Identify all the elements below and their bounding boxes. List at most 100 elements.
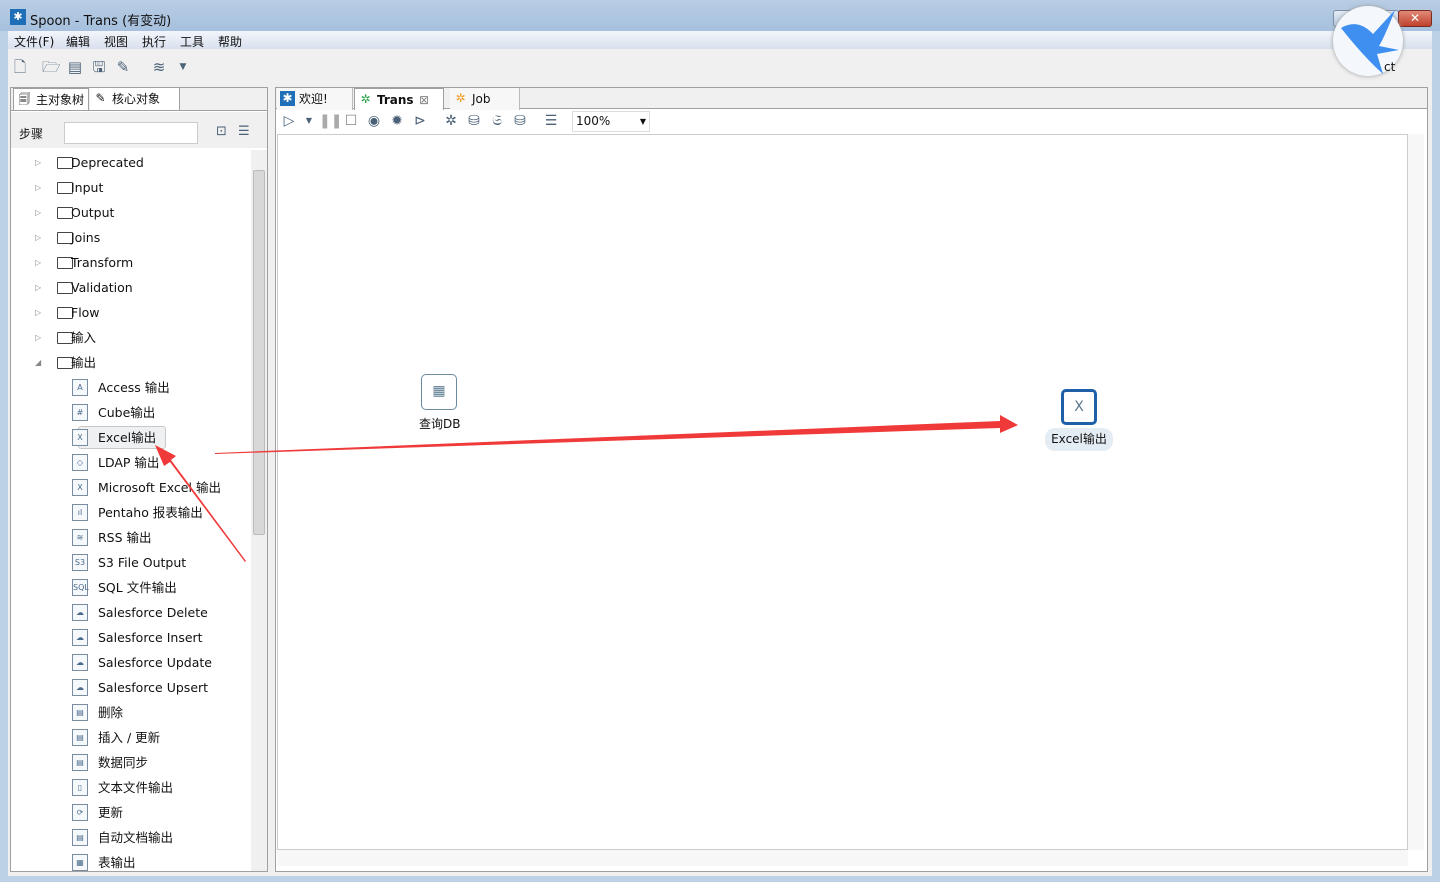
steps-search-input[interactable] bbox=[64, 122, 198, 144]
tree-step-item[interactable]: ▯ 文本文件输出 bbox=[11, 775, 251, 800]
tree-step-item[interactable]: SQL SQL 文件输出 bbox=[11, 575, 251, 600]
tree-step-item[interactable]: ▤ 删除 bbox=[11, 700, 251, 725]
perspective-dropdown-icon[interactable]: ▼ bbox=[174, 58, 192, 76]
tab-job[interactable]: ✲ Job bbox=[450, 88, 520, 110]
folder-label: Deprecated bbox=[71, 155, 144, 170]
tree-step-item[interactable]: ▤ 插入 / 更新 bbox=[11, 725, 251, 750]
menu-edit[interactable]: 编辑 bbox=[66, 33, 90, 50]
tree-folder-expanded[interactable]: ◢ 输出 bbox=[11, 350, 251, 375]
stop-icon[interactable]: ☐ bbox=[342, 112, 360, 130]
expand-triangle-icon[interactable]: ▷ bbox=[35, 175, 41, 200]
tree-folder[interactable]: ▷ Flow bbox=[11, 300, 251, 325]
tree-folder[interactable]: ▷ Validation bbox=[11, 275, 251, 300]
step-node-label-selected: Excel输出 bbox=[1045, 428, 1113, 451]
tree-step-item[interactable]: ☁ Salesforce Delete bbox=[11, 600, 251, 625]
tab-welcome[interactable]: ✱ 欢迎! bbox=[277, 88, 353, 110]
zoom-select[interactable]: 100% ▼ bbox=[572, 111, 650, 132]
expand-triangle-icon[interactable]: ▷ bbox=[35, 225, 41, 250]
steps-label: 步骤 bbox=[19, 127, 44, 141]
expand-triangle-icon[interactable]: ▷ bbox=[35, 325, 41, 350]
tree-folder[interactable]: ▷ 输入 bbox=[11, 325, 251, 350]
tab-core-objects[interactable]: ✎ 核心对象 bbox=[90, 88, 180, 110]
expand-triangle-icon[interactable]: ▷ bbox=[35, 275, 41, 300]
show-results-icon[interactable]: ☰ bbox=[542, 112, 560, 130]
preview-eye-icon[interactable]: ◉ bbox=[365, 112, 383, 130]
debug-icon[interactable]: ✹ bbox=[388, 112, 406, 130]
step-node-label: 查询DB bbox=[419, 417, 461, 431]
step-label: Salesforce Insert bbox=[98, 630, 203, 645]
tab-label: 核心对象 bbox=[112, 92, 161, 106]
perspective-layers-icon[interactable]: ≋ bbox=[150, 58, 168, 76]
expand-triangle-icon[interactable]: ▷ bbox=[35, 300, 41, 325]
step-node-excel-output[interactable]: X bbox=[1061, 389, 1097, 425]
new-file-icon[interactable]: 🗋 bbox=[11, 58, 29, 76]
tree-folder[interactable]: ▷ Output bbox=[11, 200, 251, 225]
menu-view[interactable]: 视图 bbox=[104, 33, 128, 50]
table-input-icon: ▦ bbox=[432, 383, 446, 399]
folder-label: Validation bbox=[71, 280, 133, 295]
tree-folder[interactable]: ▷ Input bbox=[11, 175, 251, 200]
canvas-horizontal-scrollbar[interactable] bbox=[277, 850, 1408, 866]
tree-step-item[interactable]: ▤ 数据同步 bbox=[11, 750, 251, 775]
menu-run[interactable]: 执行 bbox=[142, 33, 166, 50]
tab-main-object-tree[interactable]: 🗐 主对象树 bbox=[13, 88, 89, 110]
close-tab-icon[interactable]: ⊠ bbox=[419, 89, 429, 111]
save-icon[interactable]: 🖫 bbox=[90, 58, 108, 76]
scrollbar-thumb[interactable] bbox=[253, 170, 265, 535]
run-icon[interactable]: ▷ bbox=[280, 112, 298, 130]
tree-step-item[interactable]: ◇ LDAP 输出 bbox=[11, 450, 251, 475]
step-label: Salesforce Delete bbox=[98, 605, 208, 620]
expand-list-icon[interactable]: ☰ bbox=[238, 124, 250, 139]
collapse-tree-icon[interactable]: ⊡ bbox=[216, 124, 227, 139]
tree-step-item[interactable]: ☁ Salesforce Update bbox=[11, 650, 251, 675]
step-icon: ▯ bbox=[72, 779, 88, 796]
step-icon: ⟳ bbox=[72, 804, 88, 821]
window-title: Spoon - Trans (有变动) bbox=[30, 14, 172, 29]
menu-file[interactable]: 文件(F) bbox=[14, 33, 54, 50]
tree-folder[interactable]: ▷ Joins bbox=[11, 225, 251, 250]
impact-icon[interactable]: ⛁ bbox=[465, 112, 483, 130]
tree-step-item[interactable]: ☁ Salesforce Insert bbox=[11, 625, 251, 650]
tree-step-item[interactable]: ≋ RSS 输出 bbox=[11, 525, 251, 550]
verify-icon[interactable]: ✲ bbox=[442, 112, 460, 130]
tree-step-item[interactable]: S3 S3 File Output bbox=[11, 550, 251, 575]
excel-output-icon: X bbox=[1074, 399, 1084, 415]
tree-step-item[interactable]: ▤ 自动文档输出 bbox=[11, 825, 251, 850]
tab-trans[interactable]: ✲ Trans ⊠ bbox=[354, 88, 444, 110]
tree-step-item[interactable]: # Cube输出 bbox=[11, 400, 251, 425]
step-icon: ▦ bbox=[72, 854, 88, 871]
tree-step-item[interactable]: ☁ Salesforce Upsert bbox=[11, 675, 251, 700]
tree-folder[interactable]: ▷ Deprecated bbox=[11, 150, 251, 175]
collapse-triangle-icon[interactable]: ◢ bbox=[35, 350, 41, 375]
tree-step-item[interactable]: ⟳ 更新 bbox=[11, 800, 251, 825]
step-icon: S3 bbox=[72, 554, 88, 571]
close-button[interactable]: ✕ bbox=[1398, 10, 1432, 27]
transformation-canvas[interactable] bbox=[277, 134, 1408, 850]
expand-triangle-icon[interactable]: ▷ bbox=[35, 250, 41, 275]
menu-tools[interactable]: 工具 bbox=[180, 33, 204, 50]
explore-repository-icon[interactable]: ▤ bbox=[66, 58, 84, 76]
step-label: Cube输出 bbox=[98, 405, 156, 420]
pause-icon[interactable]: ❚❚ bbox=[319, 112, 342, 130]
canvas-vertical-scrollbar[interactable] bbox=[1408, 134, 1424, 850]
step-label: LDAP 输出 bbox=[98, 455, 160, 470]
zoom-value: 100% bbox=[576, 114, 611, 128]
tree-step-item[interactable]: ▦ 表输出 bbox=[11, 850, 251, 871]
open-file-icon[interactable]: 🗁 bbox=[42, 58, 61, 76]
expand-triangle-icon[interactable]: ▷ bbox=[35, 150, 41, 175]
replay-icon[interactable]: ⊳ bbox=[411, 112, 429, 130]
sql-icon[interactable]: 𝔖 bbox=[488, 112, 506, 130]
save-as-icon[interactable]: ✎ bbox=[114, 58, 132, 76]
explore-db-icon[interactable]: ⛁ bbox=[511, 112, 529, 130]
tree-step-item[interactable]: A Access 输出 bbox=[11, 375, 251, 400]
tree-step-item[interactable]: X Microsoft Excel 输出 bbox=[11, 475, 251, 500]
folder-label: Transform bbox=[71, 255, 134, 270]
tree-step-item[interactable]: X Excel输出 bbox=[11, 425, 251, 450]
menu-help[interactable]: 帮助 bbox=[218, 33, 242, 50]
tree-folder[interactable]: ▷ Transform bbox=[11, 250, 251, 275]
expand-triangle-icon[interactable]: ▷ bbox=[35, 200, 41, 225]
tree-scrollbar[interactable] bbox=[251, 150, 267, 871]
step-node-table-input[interactable]: ▦ bbox=[421, 374, 457, 410]
tree-step-item[interactable]: ıl Pentaho 报表输出 bbox=[11, 500, 251, 525]
run-dropdown-icon[interactable]: ▼ bbox=[300, 112, 318, 130]
